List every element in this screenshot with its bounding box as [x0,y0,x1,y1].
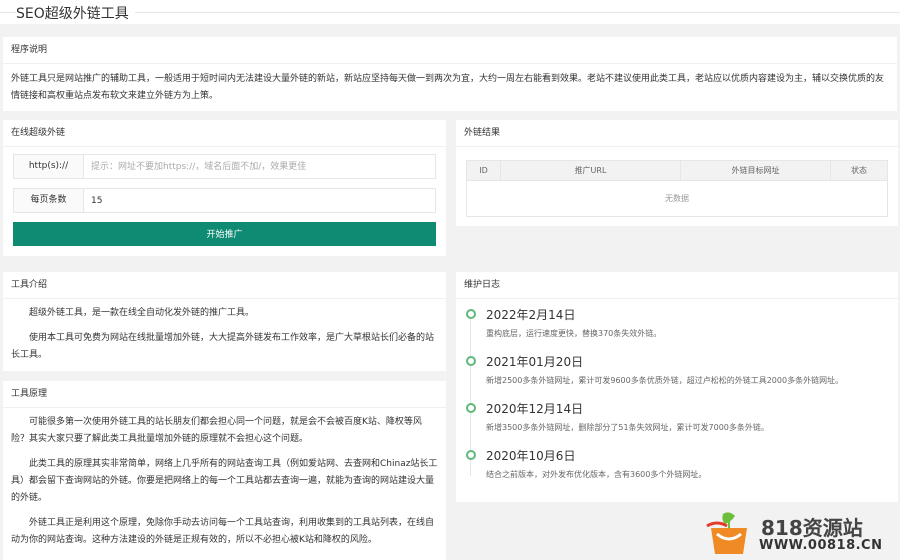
about-card: 工具介绍 超级外链工具，是一款在线全自动化发外链的推广工具。 使用本工具可免费为… [3,272,446,371]
col-id[interactable]: ID [466,160,501,181]
url-row: http(s):// [13,154,436,179]
url-input[interactable] [85,155,435,178]
timeline-date: 2020年12月14日 [486,402,584,416]
title-divider [0,12,900,13]
about-p1: 超级外链工具，是一款在线全自动化发外链的推广工具。 [29,308,255,318]
principle-title: 工具原理 [3,381,446,408]
col-status[interactable]: 状态 [830,160,888,181]
timeline-dot-icon [466,356,476,366]
col-url[interactable]: 推广URL [500,160,681,181]
intro-title: 程序说明 [3,37,897,64]
principle-p2: 此类工具的原理其实非常简单，网络上几乎所有的网站查询工具（例如爱站网、去查网和C… [11,459,438,503]
intro-card: 程序说明 外链工具只是网站推广的辅助工具，一般适用于短时间内无法建设大量外链的新… [3,37,897,111]
timeline-desc: 新增3500多条外链网址，删除部分了51条失效网址，累计可发7000多条外链。 [486,423,769,432]
page-title: SEO超级外链工具 [16,3,135,23]
principle-body: 可能很多第一次使用外链工具的站长朋友们都会担心同一个问题，就是会不会被百度K站、… [3,408,446,555]
title-bar: SEO超级外链工具 [0,0,900,24]
about-title: 工具介绍 [3,272,446,299]
timeline-date: 2020年10月6日 [486,449,576,463]
online-title: 在线超级外链 [3,120,446,147]
changelog-title: 维护日志 [456,272,898,299]
result-table: ID 推广URL 外链目标网址 状态 无数据 [466,160,888,217]
col-target[interactable]: 外链目标网址 [680,160,831,181]
count-row: 每页条数 [13,188,436,213]
empty-text: 无数据 [466,180,888,217]
intro-text: 外链工具只是网站推广的辅助工具，一般适用于短时间内无法建设大量外链的新站，新站应… [11,74,885,101]
count-label: 每页条数 [14,189,84,212]
timeline-date: 2022年2月14日 [486,308,576,322]
timeline-dot-icon [466,450,476,460]
about-p2: 使用本工具可免费为网站在线批量增加外链，大大提高外链发布工作效率，是广大草根站长… [11,333,435,360]
site-watermark-logo: 818资源站 WWW.00818.CN [703,510,893,556]
timeline-date: 2021年01月20日 [486,355,584,369]
watermark-name: 818资源站 [761,516,863,540]
timeline-dot-icon [466,309,476,319]
timeline-desc: 新增2500多条外链网址，累计可发9600多条优质外链，超过卢松松的外链工具20… [486,376,844,385]
about-body: 超级外链工具，是一款在线全自动化发外链的推广工具。 使用本工具可免费为网站在线批… [3,299,446,370]
result-title: 外链结果 [456,120,898,147]
start-promotion-button[interactable]: 开始推广 [13,222,436,246]
principle-card: 工具原理 可能很多第一次使用外链工具的站长朋友们都会担心同一个问题，就是会不会被… [3,381,446,560]
watermark-url: WWW.00818.CN [759,538,883,553]
count-input[interactable] [85,189,435,212]
url-label: http(s):// [14,155,84,178]
changelog-card: 维护日志 2022年2月14日 重构底层，运行速度更快，替换370条失效外链。 … [456,272,898,502]
empty-row: 无数据 [466,180,888,217]
result-card: 外链结果 ID 推广URL 外链目标网址 状态 无数据 [456,120,898,226]
bag-logo-icon [706,512,747,554]
timeline-dot-icon [466,403,476,413]
result-header-row: ID 推广URL 外链目标网址 状态 [466,160,888,181]
timeline-desc: 重构底层，运行速度更快，替换370条失效外链。 [486,329,662,338]
principle-p3: 外链工具正是利用这个原理，免除你手动去访问每一个工具站查询，利用收集到的工具站列… [11,518,435,545]
timeline-desc: 结合之前版本，对外发布优化版本，含有3600多个外链网址。 [486,470,707,479]
principle-p1: 可能很多第一次使用外链工具的站长朋友们都会担心同一个问题，就是会不会被百度K站、… [11,417,422,444]
